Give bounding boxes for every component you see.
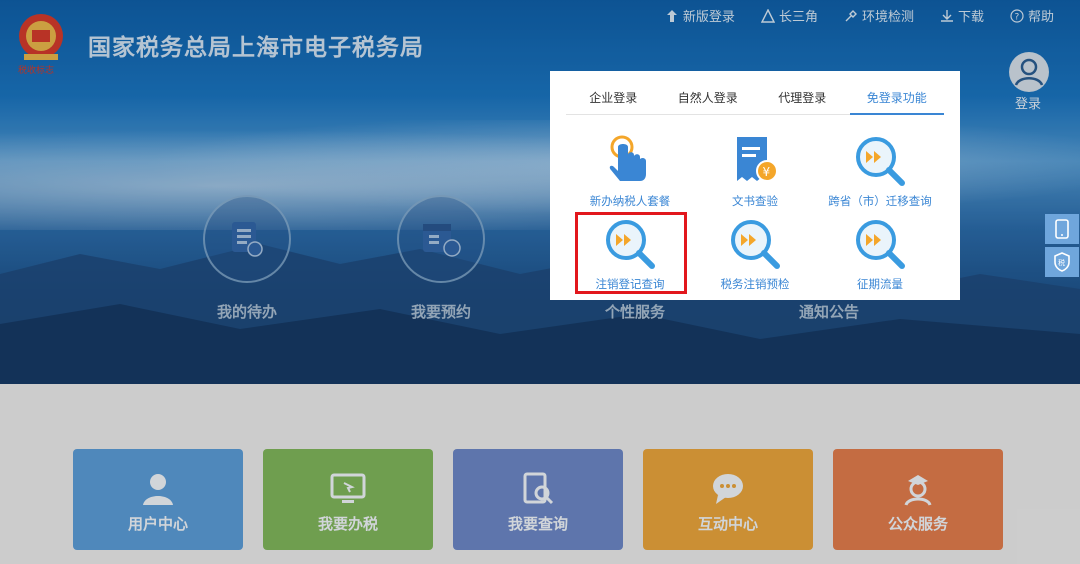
func-document-verify[interactable]: ¥ 文书查验 <box>695 133 815 209</box>
tab-agent-login[interactable]: 代理登录 <box>755 89 850 114</box>
func-label: 跨省（市）迁移查询 <box>828 194 932 208</box>
login-tabs: 企业登录 自然人登录 代理登录 免登录功能 <box>566 89 944 115</box>
func-label: 文书查验 <box>732 194 778 208</box>
side-mobile-button[interactable] <box>1045 214 1079 244</box>
func-new-taxpayer-package[interactable]: 新办纳税人套餐 <box>570 133 690 209</box>
tab-login-free[interactable]: 免登录功能 <box>849 89 944 115</box>
func-label: 注销登记查询 <box>595 277 665 291</box>
hand-touch-icon <box>609 135 646 181</box>
func-label: 征期流量 <box>857 277 903 291</box>
document-yen-icon: ¥ <box>737 137 778 182</box>
svg-text:¥: ¥ <box>763 165 771 179</box>
magnifier-icon <box>856 220 905 269</box>
func-deregistration-query[interactable]: 注销登记查询 <box>570 216 690 292</box>
func-label: 新办纳税人套餐 <box>589 194 671 208</box>
magnifier-icon <box>606 220 655 269</box>
tab-enterprise-login[interactable]: 企业登录 <box>566 89 661 114</box>
func-cross-province-migration-query[interactable]: 跨省（市）迁移查询 <box>820 133 940 209</box>
tab-individual-login[interactable]: 自然人登录 <box>661 89 756 114</box>
shield-icon: 税 <box>1054 252 1070 272</box>
login-panel: 企业登录 自然人登录 代理登录 免登录功能 新办纳税人套餐 ¥ 文书查验 跨省（… <box>550 71 960 300</box>
side-shield-button[interactable]: 税 <box>1045 247 1079 277</box>
func-label: 税务注销预检 <box>720 277 790 291</box>
magnifier-icon <box>731 220 780 269</box>
func-deregistration-precheck[interactable]: 税务注销预检 <box>695 216 815 292</box>
svg-text:税: 税 <box>1058 258 1065 267</box>
mobile-icon <box>1055 219 1069 239</box>
func-filing-period-traffic[interactable]: 征期流量 <box>820 216 940 292</box>
magnifier-icon <box>856 137 905 186</box>
